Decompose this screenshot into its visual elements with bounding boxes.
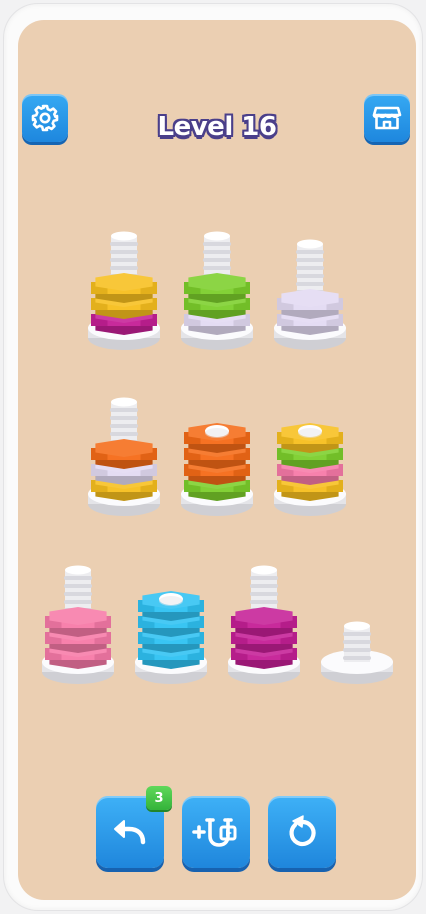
bolt-tip <box>111 397 137 407</box>
bolt-thread <box>64 592 92 596</box>
bolt-thread <box>110 408 138 412</box>
bolt-thread <box>250 600 278 604</box>
bolt-thread <box>203 258 231 262</box>
bolt-tip <box>204 231 230 241</box>
bolt-tip <box>111 231 137 241</box>
bolt-tip <box>344 621 370 631</box>
bolt-thread <box>250 584 278 588</box>
nut-green[interactable] <box>184 273 250 303</box>
game-screen: Level 16 3 <box>18 20 416 900</box>
bolt-thread <box>343 640 371 644</box>
nut-pink[interactable] <box>45 607 111 637</box>
undo-icon <box>114 820 146 845</box>
bolt-thread <box>64 600 92 604</box>
bolt-head-shade <box>298 428 322 438</box>
restart-button[interactable] <box>268 796 336 868</box>
bolt-thread <box>296 266 324 270</box>
undo-button[interactable]: 3 <box>96 786 172 868</box>
bolt-3-1[interactable] <box>42 565 114 685</box>
bolt-thread <box>110 242 138 246</box>
bolt-tip <box>297 239 323 249</box>
bolt-head-shade <box>159 596 183 606</box>
device-frame: Level 16 3 <box>4 4 422 910</box>
bolt-thread <box>110 266 138 270</box>
nut-lavender[interactable] <box>277 289 343 319</box>
bolt-2-3[interactable] <box>274 423 346 516</box>
bolt-thread <box>296 250 324 254</box>
bolt-thread <box>203 266 231 270</box>
nut-magenta[interactable] <box>231 607 297 637</box>
bolt-thread <box>64 584 92 588</box>
bolt-1-2[interactable] <box>181 231 253 351</box>
bolt-head-shade <box>205 428 229 438</box>
bolt-thread <box>203 242 231 246</box>
bolt-tip <box>65 565 91 575</box>
bolt-1-1[interactable] <box>88 231 160 351</box>
bolt-thread <box>110 250 138 254</box>
bolt-3-4[interactable] <box>321 621 393 685</box>
bolt-2-2[interactable] <box>181 423 253 516</box>
bolt-thread <box>203 250 231 254</box>
add-bolt-video-icon <box>192 818 237 847</box>
restart-icon <box>289 815 316 847</box>
bolt-tip <box>251 565 277 575</box>
bolt-thread <box>343 656 371 660</box>
undo-count-badge: 3 <box>146 786 172 810</box>
nut-yellow[interactable] <box>91 273 157 303</box>
puzzle-board <box>42 231 393 685</box>
bolt-thread <box>64 576 92 580</box>
bolt-thread <box>296 274 324 278</box>
bolt-thread <box>343 648 371 652</box>
add-bolt-button[interactable] <box>182 796 250 868</box>
bolt-thread <box>250 592 278 596</box>
bolt-thread <box>110 432 138 436</box>
bolt-2-1[interactable] <box>88 397 160 517</box>
bolt-thread <box>250 576 278 580</box>
bolt-3-2[interactable] <box>135 591 207 684</box>
bolt-thread <box>296 282 324 286</box>
bolt-thread <box>110 258 138 262</box>
bolt-thread <box>296 258 324 262</box>
nut-orange[interactable] <box>91 439 157 469</box>
bolt-3-3[interactable] <box>228 565 300 685</box>
bolt-thread <box>110 424 138 428</box>
bolt-thread <box>110 416 138 420</box>
bolt-thread <box>343 632 371 636</box>
bolt-1-3[interactable] <box>274 239 346 351</box>
